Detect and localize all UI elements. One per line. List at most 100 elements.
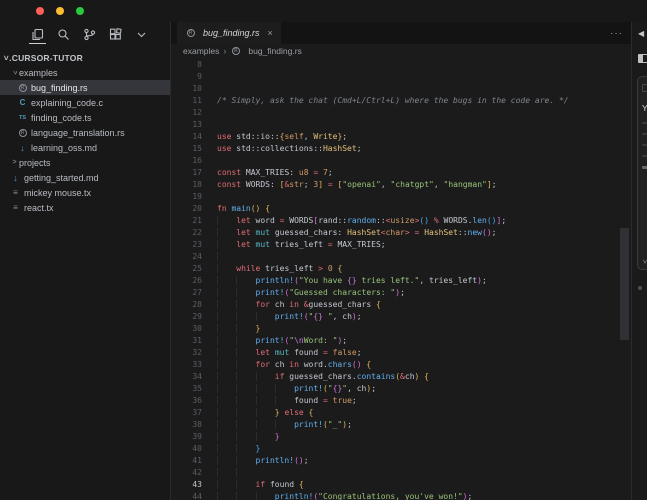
indent-guide <box>236 468 255 477</box>
code-line[interactable]: 36 found = true; <box>171 394 631 406</box>
code-line[interactable]: 41 println!(); <box>171 454 631 466</box>
line-number: 30 <box>171 324 217 333</box>
workspace-root-row[interactable]: > .CURSOR-TUTOR <box>0 50 170 65</box>
code-line[interactable]: 43 if found { <box>171 478 631 490</box>
sidebar: > .CURSOR-TUTOR >examplesRbug_finding.rs… <box>0 22 171 500</box>
code-line[interactable]: 42 <box>171 466 631 478</box>
tab-bug-finding[interactable]: R bug_finding.rs × <box>177 22 281 44</box>
maximize-window-button[interactable] <box>76 7 84 15</box>
line-number: 25 <box>171 264 217 273</box>
code-line-text: } <box>217 432 280 441</box>
rust-file-icon: R <box>17 84 28 92</box>
code-line[interactable]: 8 <box>171 58 631 70</box>
line-number: 18 <box>171 180 217 189</box>
indent-guide <box>217 288 236 297</box>
code-line[interactable]: 12 <box>171 106 631 118</box>
code-line[interactable]: 20fn main() { <box>171 202 631 214</box>
source-control-icon[interactable] <box>82 24 97 44</box>
code-line[interactable]: 32 let mut found = false; <box>171 346 631 358</box>
indent-guide <box>256 384 275 393</box>
code-line[interactable]: 31 print!("\nWord: "); <box>171 334 631 346</box>
indent-guide <box>275 420 294 429</box>
chevron-down-icon[interactable]: > <box>641 259 647 263</box>
code-line[interactable]: 15use std::collections::HashSet; <box>171 142 631 154</box>
code-line-text: const MAX_TRIES: u8 = 7; <box>217 168 333 177</box>
file-row[interactable]: Cexplaining_code.c <box>0 95 170 110</box>
breadcrumb-file[interactable]: bug_finding.rs <box>248 46 301 56</box>
code-line[interactable]: 14use std::io::{self, Write}; <box>171 130 631 142</box>
code-line[interactable]: 35 print!("{}", ch); <box>171 382 631 394</box>
code-line-text: let mut tries_left = MAX_TRIES; <box>217 240 386 249</box>
line-number: 10 <box>171 84 217 93</box>
code-line[interactable]: 39 } <box>171 430 631 442</box>
folder-row[interactable]: >examples <box>0 65 170 80</box>
code-line[interactable]: 11/* Simply, ask the chat (Cmd+L/Ctrl+L)… <box>171 94 631 106</box>
line-number: 41 <box>171 456 217 465</box>
close-window-button[interactable] <box>36 7 44 15</box>
line-number: 28 <box>171 300 217 309</box>
file-row[interactable]: ≡mickey mouse.tx <box>0 185 170 200</box>
line-number: 33 <box>171 360 217 369</box>
layout-panel-icon[interactable] <box>638 54 647 63</box>
indent-guide <box>236 420 255 429</box>
code-line-text: /* Simply, ask the chat (Cmd+L/Ctrl+L) w… <box>217 96 569 105</box>
code-line[interactable]: 40 } <box>171 442 631 454</box>
file-row[interactable]: Rlanguage_translation.rs <box>0 125 170 140</box>
code-editor[interactable]: 89 1011/* Simply, ask the chat (Cmd+L/Ctr… <box>171 58 631 500</box>
folder-row[interactable]: >projects <box>0 155 170 170</box>
code-line[interactable]: 21 let word = WORDS[rand::random::<usize… <box>171 214 631 226</box>
code-line[interactable]: 22 let mut guessed_chars: HashSet<char> … <box>171 226 631 238</box>
code-line[interactable]: 19 <box>171 190 631 202</box>
code-line[interactable]: 34 if guessed_chars.contains(&ch) { <box>171 370 631 382</box>
line-number: 44 <box>171 492 217 500</box>
code-line[interactable]: 17const MAX_TRIES: u8 = 7; <box>171 166 631 178</box>
code-line[interactable]: 26 println!("You have {} tries left.", t… <box>171 274 631 286</box>
explorer-icon[interactable] <box>30 24 45 44</box>
code-line[interactable]: 33 for ch in word.chars() { <box>171 358 631 370</box>
search-icon[interactable] <box>56 24 71 44</box>
code-line[interactable]: 29 print!("{} ", ch); <box>171 310 631 322</box>
chevron-down-icon[interactable] <box>134 24 149 44</box>
code-line[interactable]: 37 } else { <box>171 406 631 418</box>
indent-guide <box>217 348 236 357</box>
breadcrumb-folder[interactable]: examples <box>183 46 219 56</box>
code-line[interactable]: 9 <box>171 70 631 82</box>
editor-scrollbar[interactable] <box>620 228 629 340</box>
code-line-text: } else { <box>217 408 313 417</box>
chat-add-button[interactable] <box>642 84 647 92</box>
file-row[interactable]: ↓learning_oss.md <box>0 140 170 155</box>
line-number: 37 <box>171 408 217 417</box>
code-line[interactable]: 25 while tries_left > 0 { <box>171 262 631 274</box>
code-line[interactable]: 38 print!("_"); <box>171 418 631 430</box>
file-row[interactable]: TSfinding_code.ts <box>0 110 170 125</box>
collapse-panel-icon[interactable]: ◀ <box>638 29 644 38</box>
md-file-icon: ↓ <box>10 173 21 183</box>
code-line[interactable]: 28 for ch in &guessed_chars { <box>171 298 631 310</box>
code-line[interactable]: 44 println!("Congratulations, you've won… <box>171 490 631 500</box>
file-row[interactable]: ≡react.tx <box>0 200 170 215</box>
editor-more-actions-icon[interactable]: ··· <box>610 22 631 44</box>
code-line[interactable]: 30 } <box>171 322 631 334</box>
file-row[interactable]: Rbug_finding.rs <box>0 80 170 95</box>
indent-guide <box>217 456 236 465</box>
code-line[interactable]: 24 <box>171 250 631 262</box>
code-line-text: print!("_"); <box>217 420 352 429</box>
code-line[interactable]: 10 <box>171 82 631 94</box>
indent-guide <box>217 324 236 333</box>
file-tree: >examplesRbug_finding.rsCexplaining_code… <box>0 65 170 215</box>
code-line[interactable]: 13 <box>171 118 631 130</box>
indent-guide <box>217 384 236 393</box>
line-number: 24 <box>171 252 217 261</box>
code-line[interactable]: 27 print!("Guessed characters: "); <box>171 286 631 298</box>
close-tab-icon[interactable]: × <box>268 28 273 38</box>
code-line[interactable]: 16 <box>171 154 631 166</box>
file-label: mickey mouse.tx <box>24 188 91 198</box>
code-line[interactable]: 23 let mut tries_left = MAX_TRIES; <box>171 238 631 250</box>
file-row[interactable]: ↓getting_started.md <box>0 170 170 185</box>
minimize-window-button[interactable] <box>56 7 64 15</box>
chevron-icon: > <box>11 68 18 77</box>
indent-guide <box>217 444 236 453</box>
extensions-icon[interactable] <box>108 24 123 44</box>
indent-guide <box>217 468 236 477</box>
code-line[interactable]: 18const WORDS: [&str; 3] = ["openai", "c… <box>171 178 631 190</box>
